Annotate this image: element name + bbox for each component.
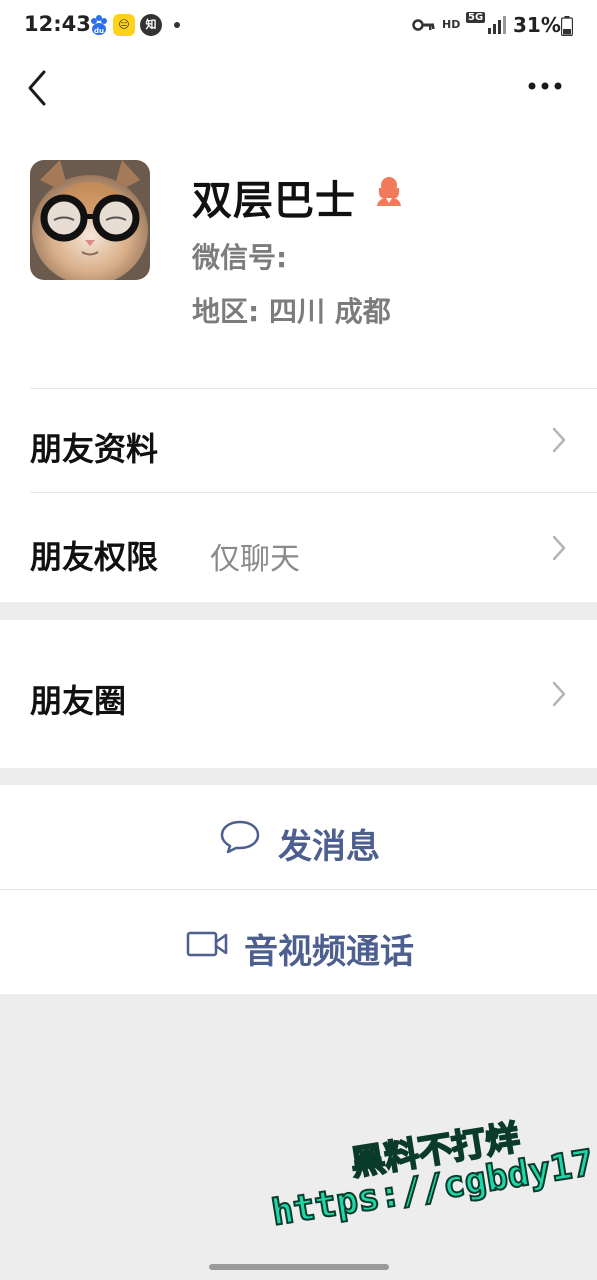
status-bar: 12:43 du 😑 知 HD 5G 31% bbox=[0, 0, 597, 52]
chevron-left-icon bbox=[28, 70, 46, 106]
send-message-button[interactable]: 发消息 bbox=[0, 785, 597, 889]
video-camera-icon bbox=[186, 931, 228, 957]
signal-icon bbox=[488, 16, 508, 38]
notification-dot-icon bbox=[174, 22, 180, 28]
row-friend-permission-label: 朋友权限 bbox=[30, 538, 159, 576]
video-call-label: 音视频通话 bbox=[244, 932, 414, 972]
video-call-button[interactable]: 音视频通话 bbox=[0, 889, 597, 994]
watermark: 黑料不打烊 https://cgbdy17.com bbox=[262, 1098, 597, 1258]
svg-text:du: du bbox=[94, 27, 104, 35]
battery-level: 31% bbox=[513, 13, 561, 37]
status-time: 12:43 bbox=[24, 12, 91, 36]
female-gender-icon bbox=[374, 174, 404, 206]
region-text: 地区: 四川 成都 bbox=[192, 295, 391, 328]
baidu-icon: du bbox=[88, 14, 110, 36]
chevron-right-icon bbox=[552, 681, 566, 707]
zhihu-icon: 知 bbox=[140, 14, 162, 36]
more-options-button[interactable] bbox=[520, 70, 570, 102]
network-5g-icon: 5G bbox=[466, 12, 486, 23]
chevron-right-icon bbox=[552, 535, 566, 561]
row-moments-label: 朋友圈 bbox=[30, 682, 127, 720]
row-friend-permission-value: 仅聊天 bbox=[210, 542, 300, 577]
divider bbox=[0, 889, 597, 890]
app-icon-emoji: 😑 bbox=[113, 14, 135, 36]
back-button[interactable] bbox=[22, 66, 62, 110]
hd-indicator: HD bbox=[442, 18, 461, 31]
profile-name: 双层巴士 bbox=[192, 178, 356, 224]
nav-header bbox=[0, 52, 597, 130]
more-dots-icon bbox=[528, 82, 562, 90]
battery-icon bbox=[560, 16, 574, 40]
profile-card: 双层巴士 微信号: 地区: 四川 成都 bbox=[0, 130, 597, 388]
row-moments[interactable]: 朋友圈 bbox=[0, 620, 597, 768]
row-friend-info[interactable]: 朋友资料 bbox=[0, 388, 597, 492]
divider bbox=[30, 388, 597, 389]
row-friend-permission[interactable]: 朋友权限 仅聊天 bbox=[0, 492, 597, 602]
chevron-right-icon bbox=[552, 427, 566, 453]
wechat-id-label: 微信号: bbox=[192, 241, 288, 274]
send-message-label: 发消息 bbox=[278, 827, 380, 867]
chat-bubble-icon bbox=[220, 820, 260, 854]
avatar[interactable] bbox=[30, 160, 150, 280]
row-friend-info-label: 朋友资料 bbox=[30, 430, 159, 468]
divider bbox=[30, 492, 597, 493]
key-icon bbox=[412, 16, 436, 38]
home-indicator[interactable] bbox=[209, 1264, 389, 1270]
